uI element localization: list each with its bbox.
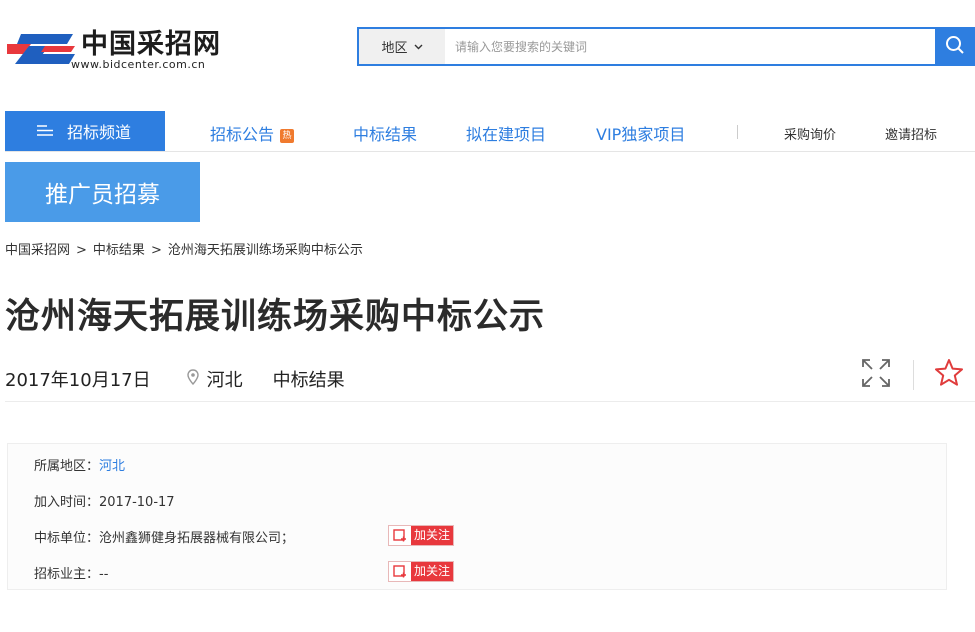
meta-separator-line — [5, 401, 975, 402]
meta-divider — [913, 360, 914, 390]
nav-item-inquiry[interactable]: 采购询价 — [784, 124, 836, 143]
article-type[interactable]: 中标结果 — [273, 366, 345, 392]
expand-icon — [860, 359, 892, 393]
hot-badge: 热 — [280, 129, 295, 143]
add-follow-icon — [389, 526, 411, 545]
info-panel: 所属地区：河北 加入时间：2017-10-17 中标单位：沧州鑫狮健身拓展器械有… — [7, 443, 947, 590]
star-icon — [933, 359, 965, 393]
location-pin-icon — [186, 368, 199, 390]
page-title: 沧州海天拓展训练场采购中标公示 — [5, 297, 546, 337]
info-label: 所属地区： — [34, 459, 100, 474]
info-label: 加入时间： — [34, 495, 100, 510]
nav-channel-label: 招标频道 — [67, 123, 132, 142]
info-label: 招标业主： — [34, 567, 100, 582]
nav-item-vip-projects[interactable]: VIP独家项目 — [596, 121, 685, 145]
favorite-button[interactable] — [933, 357, 965, 389]
breadcrumb-separator: > — [150, 243, 162, 258]
add-follow-icon — [389, 562, 411, 581]
logo-title: 中国采招网 — [81, 29, 221, 60]
info-value: 2017-10-17 — [99, 495, 175, 510]
info-row-region: 所属地区：河北 — [34, 455, 125, 474]
search-input[interactable] — [445, 29, 935, 64]
info-value: 沧州鑫狮健身拓展器械有限公司； — [99, 531, 295, 546]
search-button[interactable] — [935, 27, 975, 66]
nav-divider — [737, 125, 738, 139]
breadcrumb-category[interactable]: 中标结果 — [93, 243, 145, 258]
search-icon — [945, 35, 965, 59]
breadcrumb-current[interactable]: 沧州海天拓展训练场采购中标公示 — [168, 243, 363, 258]
nav-item-win-results[interactable]: 中标结果 — [353, 121, 417, 145]
nav-item-label: 招标公告 — [210, 125, 275, 144]
follow-owner-button[interactable]: 加关注 — [388, 561, 454, 582]
info-row-owner: 招标业主：-- — [34, 563, 108, 582]
main-nav: 招标频道 招标公告热 中标结果 拟在建项目 VIP独家项目 采购询价 邀请招标 — [5, 111, 975, 152]
article-region[interactable]: 河北 — [207, 366, 243, 392]
nav-channel-menu[interactable]: 招标频道 — [5, 111, 165, 151]
follow-label: 加关注 — [411, 562, 453, 581]
info-region-link[interactable]: 河北 — [99, 459, 125, 474]
info-value: -- — [99, 567, 109, 582]
promo-banner[interactable]: 推广员招募 — [5, 162, 200, 222]
nav-item-planned-projects[interactable]: 拟在建项目 — [466, 121, 546, 145]
follow-label: 加关注 — [411, 526, 453, 545]
fullscreen-button[interactable] — [860, 357, 892, 389]
follow-winner-button[interactable]: 加关注 — [388, 525, 454, 546]
chevron-down-icon — [414, 40, 423, 53]
info-row-winner: 中标单位：沧州鑫狮健身拓展器械有限公司； — [34, 527, 294, 546]
menu-icon — [37, 122, 53, 141]
region-dropdown[interactable]: 地区 — [359, 29, 445, 64]
nav-item-bid-notice[interactable]: 招标公告热 — [210, 121, 295, 145]
article-meta: 2017年10月17日 河北 中标结果 — [5, 366, 345, 392]
site-logo[interactable]: 中国采招网 www.bidcenter.com.cn — [5, 22, 220, 74]
breadcrumb-home[interactable]: 中国采招网 — [5, 243, 70, 258]
logo-url: www.bidcenter.com.cn — [71, 58, 206, 71]
nav-item-invite-bid[interactable]: 邀请招标 — [885, 124, 937, 143]
publish-date: 2017年10月17日 — [5, 370, 151, 391]
search-bar: 地区 — [357, 27, 975, 66]
logo-mark-icon — [7, 34, 75, 64]
region-dropdown-label: 地区 — [381, 41, 408, 56]
breadcrumb-separator: > — [76, 243, 87, 258]
breadcrumb: 中国采招网 > 中标结果 > 沧州海天拓展训练场采购中标公示 — [5, 239, 363, 258]
info-row-time: 加入时间：2017-10-17 — [34, 491, 175, 510]
info-label: 中标单位： — [34, 531, 100, 546]
